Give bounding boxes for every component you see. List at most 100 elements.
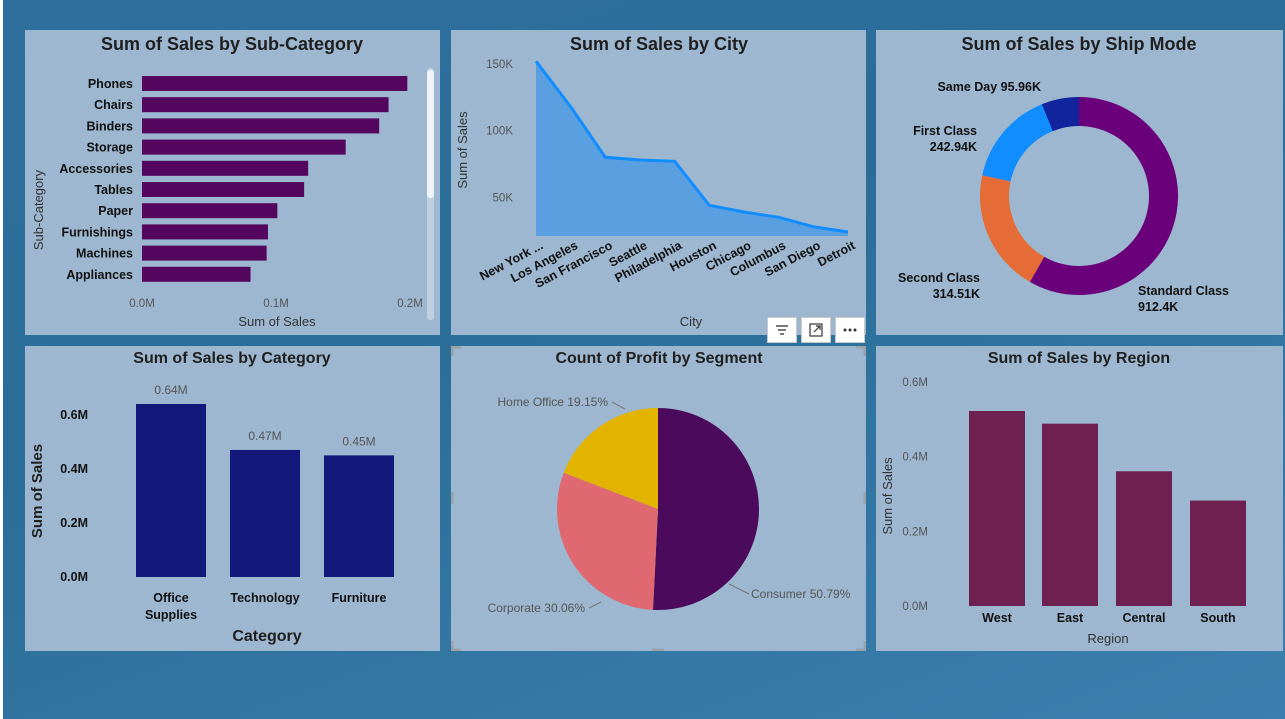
data-label: 0.64M: [154, 383, 187, 397]
bar[interactable]: [324, 455, 394, 577]
leader-line: [728, 583, 750, 595]
city-chart: Sum of Sales by City Sum of Sales 50K 100…: [455, 34, 858, 329]
category-label: Binders: [86, 119, 133, 133]
tile-segment[interactable]: Count of Profit by Segment Consumer 50.7…: [451, 346, 866, 651]
slice-label: Home Office 19.15%: [497, 395, 608, 409]
x-tick-label: 0.0M: [129, 298, 155, 310]
x-tick-label: Office: [153, 591, 188, 605]
donut-slice[interactable]: [982, 104, 1053, 182]
bar[interactable]: [142, 76, 408, 91]
bar[interactable]: [230, 449, 300, 577]
y-tick-label: 0.6M: [60, 408, 88, 422]
x-axis-label: Category: [232, 628, 301, 645]
segment-chart: Count of Profit by Segment Consumer 50.7…: [451, 346, 866, 651]
category-label: Furnishings: [61, 225, 133, 239]
x-tick-label: Supplies: [145, 608, 197, 622]
chart-title: Sum of Sales by Category: [133, 350, 330, 367]
category-label: Machines: [76, 247, 133, 261]
slice-label: Consumer 50.79%: [751, 587, 851, 601]
chart-title: Sum of Sales by Region: [988, 350, 1170, 367]
y-tick-label: 100K: [486, 126, 513, 138]
tile-subcategory[interactable]: Sum of Sales by Sub-Category Sub-Categor…: [25, 30, 440, 335]
bar[interactable]: [142, 160, 309, 176]
slice-label: Corporate 30.06%: [488, 601, 586, 615]
y-axis-label: Sub-Category: [31, 169, 46, 250]
bar[interactable]: [142, 266, 251, 282]
x-tick-label: Technology: [230, 591, 299, 605]
category-label: Paper: [98, 204, 133, 218]
x-tick-label: East: [1057, 611, 1084, 625]
slice-label: Same Day 95.96K: [937, 80, 1041, 94]
slice-label: Second Class 314.51K: [898, 271, 980, 301]
focus-mode-button[interactable]: [801, 317, 831, 343]
x-tick-label: West: [982, 611, 1012, 625]
x-tick-label: South: [1200, 611, 1235, 625]
y-tick-label: 0.2M: [60, 516, 88, 530]
x-tick-label: 0.1M: [263, 298, 289, 310]
bar[interactable]: [142, 203, 278, 219]
tile-category[interactable]: Sum of Sales by Category Sum of Sales 0.…: [25, 346, 440, 651]
x-tick-label: Furniture: [332, 591, 387, 605]
scrollbar-thumb[interactable]: [427, 70, 434, 198]
bar[interactable]: [1116, 471, 1172, 606]
category-label: Chairs: [94, 98, 133, 112]
x-axis-label: City: [680, 314, 703, 329]
chart-title: Sum of Sales by City: [570, 34, 748, 54]
leader-line: [588, 601, 602, 609]
left-edge: [0, 0, 3, 719]
x-tick-label: Central: [1122, 611, 1165, 625]
shipmode-chart: Sum of Sales by Ship Mode Standard Class…: [898, 34, 1229, 314]
chart-title: Count of Profit by Segment: [555, 350, 763, 367]
bar[interactable]: [142, 245, 267, 261]
x-tick-label: 0.2M: [397, 298, 423, 310]
more-options-button[interactable]: [835, 317, 865, 343]
more-options-icon: [843, 328, 857, 332]
focus-mode-icon: [809, 323, 823, 337]
bar[interactable]: [142, 97, 389, 113]
x-tick-label: Detroit: [815, 238, 858, 270]
bar[interactable]: [136, 404, 206, 577]
x-axis-label: Region: [1087, 631, 1128, 646]
tile-region[interactable]: Sum of Sales by Region Sum of Sales 0.0M…: [876, 346, 1283, 651]
category-label: Accessories: [59, 162, 133, 176]
bar[interactable]: [969, 411, 1025, 606]
slice-label: Standard Class 912.4K: [1138, 284, 1229, 314]
data-label: 0.45M: [342, 434, 375, 448]
y-tick-label: 0.6M: [902, 377, 928, 389]
bar[interactable]: [1190, 500, 1246, 606]
bar[interactable]: [1042, 423, 1098, 606]
x-axis-label: Sum of Sales: [238, 314, 316, 329]
pie-slice[interactable]: [652, 408, 759, 610]
subcategory-chart: Sum of Sales by Sub-Category Sub-Categor…: [31, 34, 434, 329]
filter-button[interactable]: [767, 317, 797, 343]
y-axis-label: Sum of Sales: [455, 111, 470, 189]
slice-label: First Class 242.94K: [913, 124, 977, 154]
bar[interactable]: [142, 224, 268, 240]
category-label: Tables: [94, 183, 133, 197]
y-tick-label: 0.4M: [902, 452, 928, 464]
chart-title: Sum of Sales by Ship Mode: [961, 34, 1196, 54]
leader-line: [611, 401, 626, 410]
bar[interactable]: [142, 182, 305, 197]
bar[interactable]: [142, 139, 346, 155]
donut-slice[interactable]: [980, 175, 1045, 282]
y-tick-label: 0.2M: [902, 526, 928, 538]
y-axis-label: Sum of Sales: [29, 444, 46, 538]
data-label: 0.47M: [248, 429, 281, 443]
tile-city[interactable]: Sum of Sales by City Sum of Sales 50K 100…: [451, 30, 866, 335]
y-tick-label: 0.4M: [60, 462, 88, 476]
y-tick-label: 50K: [493, 192, 514, 204]
region-chart: Sum of Sales by Region Sum of Sales 0.0M…: [880, 350, 1246, 646]
tile-shipmode[interactable]: Sum of Sales by Ship Mode Standard Class…: [876, 30, 1283, 335]
category-chart: Sum of Sales by Category Sum of Sales 0.…: [29, 350, 394, 645]
bar[interactable]: [142, 118, 380, 134]
y-axis-label: Sum of Sales: [880, 457, 895, 535]
category-label: Phones: [88, 77, 133, 91]
category-label: Appliances: [66, 268, 133, 282]
y-tick-label: 150K: [486, 59, 513, 71]
filter-icon: [776, 325, 788, 335]
y-tick-label: 0.0M: [902, 601, 928, 613]
area-fill: [536, 61, 848, 236]
category-label: Storage: [86, 141, 133, 155]
chart-title: Sum of Sales by Sub-Category: [101, 34, 363, 54]
